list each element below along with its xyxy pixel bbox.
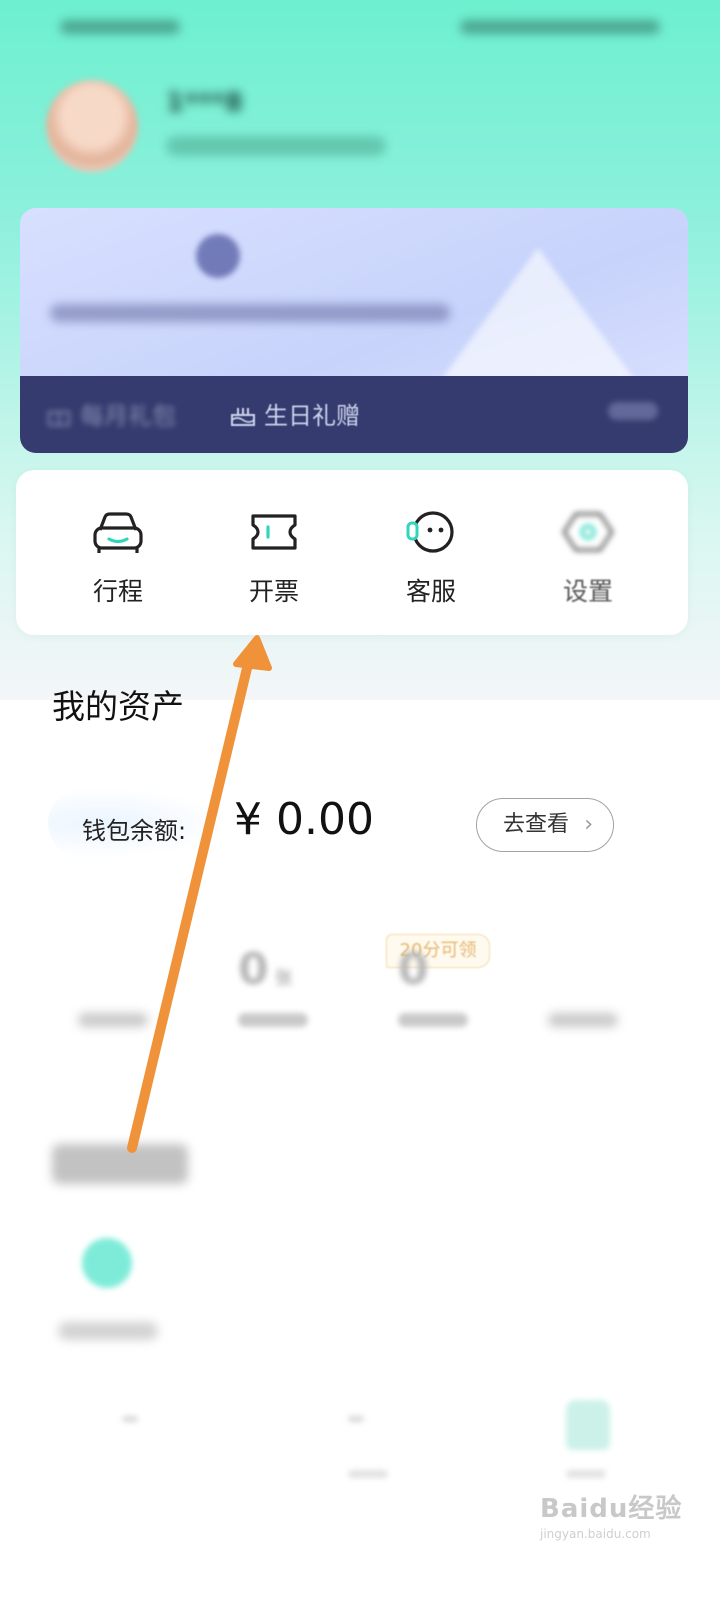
perk-birthday-gift-label: 生日礼赠	[264, 402, 360, 430]
watermark-subtext: jingyan.baidu.com	[540, 1527, 651, 1541]
asset-stat-coupons-unit: 张	[274, 968, 293, 989]
shortcut-invoice-label: 开票	[248, 577, 299, 606]
asset-stat-points[interactable]: 0	[398, 944, 518, 1027]
asset-stat-1-caption	[78, 1013, 148, 1027]
view-wallet-button-label: 去查看	[503, 812, 570, 837]
asset-stat-coupons-value: 0	[238, 944, 269, 995]
asset-stat-1[interactable]: ​	[78, 944, 198, 1027]
status-bar	[60, 12, 660, 42]
shortcut-settings[interactable]: 设置	[518, 508, 658, 608]
status-bar-right	[460, 20, 660, 34]
member-description	[50, 304, 450, 322]
asset-stat-coupons[interactable]: 0张	[238, 944, 358, 1027]
asset-stat-4[interactable]: ​	[548, 944, 668, 1027]
asset-stat-points-caption	[398, 1013, 468, 1027]
recommend-section-title	[52, 1144, 188, 1184]
watermark-text: Baidu经验	[540, 1494, 683, 1524]
shortcut-customer-service[interactable]: 客服	[361, 508, 501, 608]
tab-home-icon[interactable]	[122, 1416, 138, 1422]
annotation-arrow-shaft	[127, 659, 253, 1153]
tab-discover-label	[348, 1470, 388, 1478]
shortcut-trips-label: 行程	[92, 577, 143, 606]
shortcut-trips[interactable]: 行程	[48, 508, 188, 608]
recommend-item-label	[58, 1322, 158, 1340]
tab-discover-icon[interactable]	[348, 1416, 364, 1422]
avatar[interactable]	[46, 80, 138, 172]
shortcut-settings-label: 设置	[562, 577, 613, 606]
car-icon	[93, 512, 143, 553]
perk-monthly-gift-label: 每月礼包	[80, 402, 176, 430]
perk-birthday-gift[interactable]: 生日礼赠	[230, 396, 360, 431]
shortcut-customer-service-label: 客服	[405, 577, 456, 606]
customer-service-icon	[406, 511, 454, 553]
member-perks-bar: 每月礼包 生日礼赠	[20, 376, 688, 453]
member-level-icon	[196, 234, 240, 278]
user-name[interactable]: 1***8	[166, 88, 356, 118]
ticket-icon	[251, 514, 297, 550]
asset-stat-coupons-caption	[238, 1013, 308, 1027]
view-wallet-button[interactable]: 去查看 ›	[476, 798, 614, 852]
shortcut-invoice[interactable]: 开票	[204, 508, 344, 608]
user-subtitle	[166, 136, 386, 156]
tab-me-label	[566, 1470, 606, 1478]
assets-section-title: 我的资产	[52, 687, 184, 726]
cake-icon	[231, 408, 255, 426]
settings-hex-icon	[562, 512, 614, 552]
asset-stat-points-value: 0	[398, 944, 429, 995]
shortcut-row: 行程 开票 客服 设置	[16, 470, 688, 635]
chevron-right-icon: ›	[584, 812, 593, 837]
baidu-watermark: Baidu经验 jingyan.baidu.com	[540, 1488, 700, 1558]
wallet-balance-value: ¥ 0.00	[234, 794, 374, 845]
perk-monthly-gift[interactable]: 每月礼包	[46, 396, 176, 431]
recommend-item-icon[interactable]	[82, 1238, 132, 1288]
wallet-balance-label: 钱包余额:	[82, 817, 187, 845]
tab-me-icon[interactable]	[566, 1400, 610, 1450]
member-more-link[interactable]	[608, 402, 658, 420]
status-bar-left	[60, 20, 180, 34]
gift-icon	[48, 411, 70, 426]
asset-stat-4-caption	[548, 1013, 618, 1027]
member-card[interactable]: 每月礼包 生日礼赠	[20, 208, 688, 453]
